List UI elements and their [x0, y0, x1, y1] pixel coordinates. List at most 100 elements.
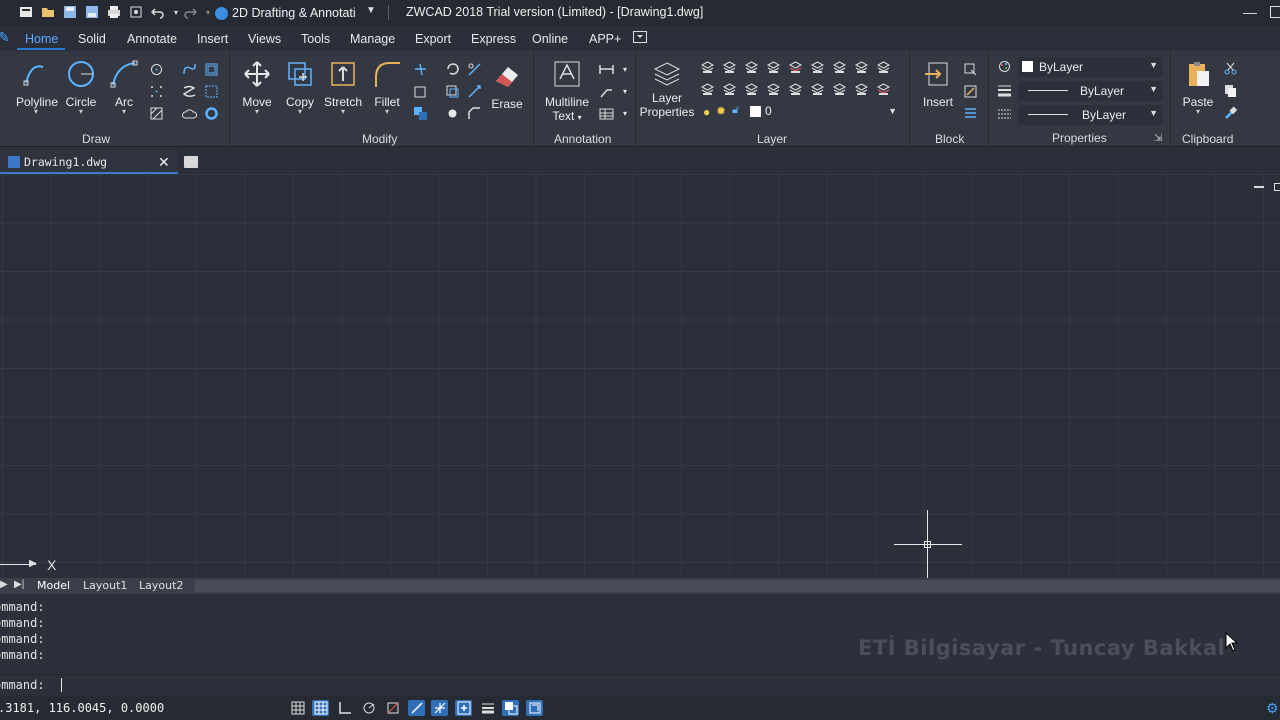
minimize-button[interactable]: —	[1243, 4, 1257, 20]
snap-toggle-icon[interactable]	[312, 700, 329, 716]
region-icon[interactable]	[203, 83, 219, 99]
layer-tool-icon[interactable]	[765, 59, 781, 75]
layer-tool-icon[interactable]	[831, 59, 847, 75]
tab-online[interactable]: Online	[532, 32, 568, 46]
rotate-icon[interactable]	[444, 61, 460, 77]
last-layout-icon[interactable]: ▶|	[14, 579, 24, 590]
layer-tool-icon[interactable]	[743, 81, 759, 97]
tab-express[interactable]: Express	[471, 32, 516, 46]
tab-export[interactable]: Export	[415, 32, 451, 46]
dynamic-ucs-toggle-icon[interactable]	[431, 700, 448, 716]
undo-icon[interactable]	[150, 4, 166, 20]
settings-gear-icon[interactable]: ⚙	[1266, 700, 1280, 716]
linetype-icon[interactable]	[996, 106, 1012, 122]
layer-properties-button[interactable]: Layer Properties	[638, 57, 696, 119]
lineweight-icon[interactable]	[996, 82, 1012, 98]
tab-app-plus[interactable]: APP+	[589, 32, 621, 46]
layer-tool-icon[interactable]	[721, 81, 737, 97]
tab-home[interactable]: Home	[25, 32, 58, 46]
layer-tool-icon[interactable]	[699, 59, 715, 75]
grid-toggle-icon[interactable]	[289, 700, 306, 716]
document-tab[interactable]: Drawing1.dwg ✕	[0, 150, 178, 174]
hatch-icon[interactable]	[148, 105, 164, 121]
panel-launcher-icon[interactable]: ⇲	[1154, 133, 1162, 144]
layer-dropdown[interactable]: ● ✹ 🔓︎ 0 ▼	[703, 103, 901, 123]
layer-tool-icon[interactable]	[721, 59, 737, 75]
ellipse-icon[interactable]	[148, 61, 164, 77]
horizontal-scrollbar[interactable]	[195, 580, 1280, 592]
edit-block-icon[interactable]	[962, 83, 978, 99]
trim-icon[interactable]	[412, 61, 428, 77]
move-button[interactable]: Move ▾	[238, 57, 276, 116]
prev-layout-icon[interactable]: ▶	[0, 579, 8, 590]
dynamic-input-toggle-icon[interactable]	[455, 700, 472, 716]
paste-button[interactable]: Paste ▾	[1178, 57, 1218, 116]
redo-dropdown-icon[interactable]: ▾	[200, 4, 216, 20]
offset-icon[interactable]	[444, 83, 460, 99]
lineweight-toggle-icon[interactable]	[479, 700, 496, 716]
scale-icon[interactable]	[466, 61, 482, 77]
insert-block-button[interactable]: Insert	[918, 57, 958, 109]
osnap-toggle-icon[interactable]	[384, 700, 401, 716]
attribute-icon[interactable]	[962, 105, 978, 121]
tab-insert[interactable]: Insert	[197, 32, 228, 46]
table-icon[interactable]	[598, 105, 614, 121]
copy-button[interactable]: Copy ▾	[281, 57, 319, 116]
tab-layout1[interactable]: Layout1	[83, 579, 127, 592]
close-icon[interactable]: ✕	[158, 154, 170, 171]
chevron-down-icon[interactable]: ▾	[617, 61, 633, 77]
layer-tool-icon[interactable]	[853, 81, 869, 97]
leader-icon[interactable]	[598, 83, 614, 99]
save-icon[interactable]	[62, 4, 78, 20]
multiline-text-button[interactable]: Multiline Text ▾	[539, 57, 595, 123]
revcloud-icon[interactable]	[181, 83, 197, 99]
layer-tool-icon[interactable]	[743, 59, 759, 75]
tab-views[interactable]: Views	[248, 32, 281, 46]
match-properties-icon[interactable]	[996, 58, 1012, 74]
workspace-selector[interactable]: 2D Drafting & Annotati	[215, 4, 356, 22]
print-icon[interactable]	[106, 4, 122, 20]
layer-tool-icon[interactable]	[787, 81, 803, 97]
cut-icon[interactable]	[1222, 60, 1238, 76]
linear-dimension-icon[interactable]	[598, 61, 614, 77]
workspace-dropdown-icon[interactable]: ▼	[366, 5, 376, 16]
spline-icon[interactable]	[181, 61, 197, 77]
tab-manage[interactable]: Manage	[350, 32, 395, 46]
tab-layout2[interactable]: Layout2	[139, 579, 183, 592]
layer-tool-icon[interactable]	[787, 59, 803, 75]
tab-solid[interactable]: Solid	[78, 32, 106, 46]
point-icon[interactable]	[148, 83, 164, 99]
ribbon-minimize-icon[interactable]	[633, 31, 647, 46]
redo-icon[interactable]	[182, 4, 198, 20]
layer-tool-icon[interactable]	[853, 59, 869, 75]
open-folder-icon[interactable]	[40, 4, 56, 20]
command-line[interactable]: ommand:	[0, 674, 1280, 694]
linetype-dropdown[interactable]: ByLayer ▼	[1018, 105, 1162, 125]
drawing-canvas[interactable]: ▶ X	[0, 174, 1280, 578]
app-menu-icon[interactable]	[18, 4, 34, 20]
donut-icon[interactable]	[203, 105, 219, 121]
polyline-button[interactable]: Polyline ▾	[16, 57, 58, 116]
array-icon[interactable]	[412, 105, 428, 121]
color-dropdown[interactable]: ByLayer ▼	[1018, 57, 1162, 77]
new-drawing-icon[interactable]	[184, 156, 198, 168]
otrack-toggle-icon[interactable]	[408, 700, 425, 716]
tab-model[interactable]: Model	[37, 579, 70, 592]
selection-cycling-toggle-icon[interactable]	[526, 700, 543, 716]
cloud-icon[interactable]	[181, 105, 197, 121]
layer-tool-icon[interactable]	[875, 59, 891, 75]
fillet-button[interactable]: Fillet ▾	[368, 57, 406, 116]
extend-icon[interactable]	[466, 83, 482, 99]
copy-clip-icon[interactable]	[1222, 82, 1238, 98]
layer-tool-icon[interactable]	[765, 81, 781, 97]
explode-icon[interactable]	[444, 105, 460, 121]
layer-tool-icon[interactable]	[809, 81, 825, 97]
layer-tool-icon[interactable]	[875, 81, 891, 97]
plot-preview-icon[interactable]	[128, 4, 144, 20]
transparency-toggle-icon[interactable]	[502, 700, 519, 716]
mirror-icon[interactable]	[412, 83, 428, 99]
ortho-toggle-icon[interactable]	[336, 700, 353, 716]
layer-tool-icon[interactable]	[699, 81, 715, 97]
erase-button[interactable]: Erase	[488, 59, 526, 111]
create-block-icon[interactable]	[962, 61, 978, 77]
